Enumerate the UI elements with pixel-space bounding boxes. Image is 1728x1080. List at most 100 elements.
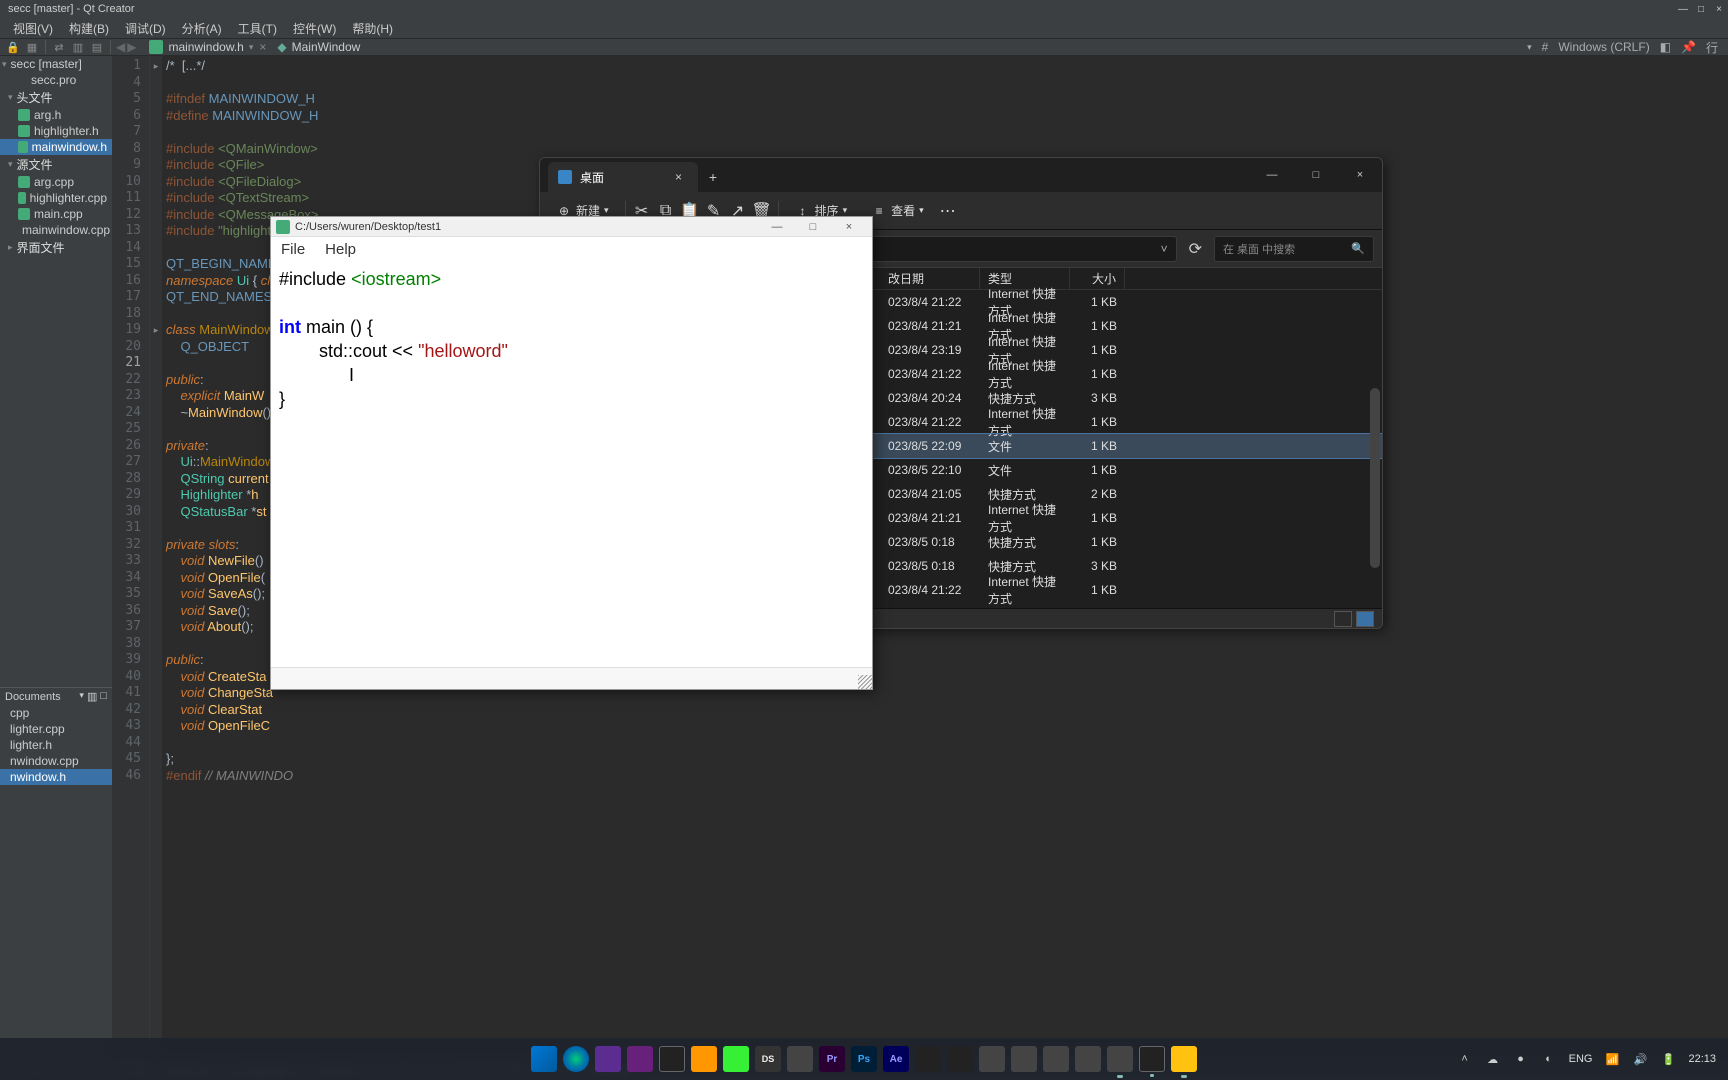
project-tree[interactable]: ▾ secc [master] secc.pro▾头文件arg.hhighlig… — [0, 56, 112, 1061]
maximize-button[interactable]: □ — [1692, 0, 1710, 18]
ime-indicator[interactable]: ENG — [1569, 1053, 1593, 1065]
taskbar-app-gen[interactable] — [1011, 1046, 1037, 1072]
dropdown-icon[interactable]: ▾ — [79, 690, 84, 703]
menu-item[interactable]: 工具(T) — [230, 18, 285, 39]
line-number[interactable] — [112, 784, 149, 801]
taskbar-app-term[interactable] — [659, 1046, 685, 1072]
dropdown-icon[interactable]: ▾ — [1527, 42, 1532, 53]
menu-item[interactable]: 分析(A) — [174, 18, 230, 39]
fold-marker[interactable] — [150, 751, 162, 768]
explorer-tab[interactable]: 桌面 × — [548, 162, 698, 192]
notepad-menu-item[interactable]: File — [277, 239, 309, 260]
tree-item[interactable]: main.cpp — [0, 206, 112, 222]
taskbar-app-ps[interactable]: Ps — [851, 1046, 877, 1072]
breadcrumb-symbol[interactable]: ◆ MainWindow — [277, 40, 360, 54]
col-size[interactable]: 大小 — [1070, 268, 1125, 289]
split-h-icon[interactable]: ▥ — [70, 39, 86, 55]
line-number[interactable]: 18 — [112, 306, 149, 323]
notepad-menu-item[interactable]: Help — [321, 239, 360, 260]
taskbar-app-win[interactable] — [531, 1046, 557, 1072]
fold-marker[interactable] — [150, 256, 162, 273]
tab-close-button[interactable]: × — [669, 170, 688, 184]
fold-marker[interactable] — [150, 669, 162, 686]
fold-marker[interactable] — [150, 421, 162, 438]
close-tab-button[interactable]: × — [259, 40, 266, 54]
taskbar-app-vs[interactable] — [595, 1046, 621, 1072]
fold-marker[interactable] — [150, 405, 162, 422]
scrollbar[interactable] — [1370, 388, 1380, 568]
open-doc-item[interactable]: cpp — [0, 705, 112, 721]
windows-taskbar[interactable]: DSPrPsAe ˄ ☁ ● ◐ ENG 📶 🔊 🔋 22:13 — [0, 1038, 1728, 1080]
new-tab-button[interactable]: + — [698, 162, 728, 192]
fold-marker[interactable]: ▸ — [150, 58, 162, 75]
close-button[interactable]: × — [1710, 0, 1728, 18]
line-number[interactable]: 31 — [112, 520, 149, 537]
fold-marker[interactable] — [150, 586, 162, 603]
close-panel-icon[interactable]: □ — [100, 690, 107, 703]
line-number[interactable]: 29 — [112, 487, 149, 504]
line-number[interactable]: 28 — [112, 471, 149, 488]
code-line[interactable]: #endif // MAINWINDO — [166, 768, 1724, 785]
code-line[interactable]: }; — [166, 751, 1724, 768]
fold-marker[interactable] — [150, 91, 162, 108]
col-date[interactable]: 改日期 — [880, 268, 980, 289]
bookmark-icon[interactable]: ◧ — [1660, 40, 1671, 54]
details-view-toggle[interactable] — [1334, 611, 1352, 627]
line-number[interactable]: 32 — [112, 537, 149, 554]
line-number[interactable]: 21 — [112, 355, 149, 372]
fold-marker[interactable] — [150, 141, 162, 158]
hash-icon[interactable]: # — [1542, 40, 1549, 54]
fold-marker[interactable] — [150, 190, 162, 207]
line-number[interactable]: 40 — [112, 669, 149, 686]
fold-marker[interactable] — [150, 355, 162, 372]
code-line[interactable] — [166, 735, 1724, 752]
line-number[interactable]: 38 — [112, 636, 149, 653]
line-number[interactable]: 16 — [112, 273, 149, 290]
line-number[interactable]: 19 — [112, 322, 149, 339]
split-v-icon[interactable]: ▤ — [89, 39, 105, 55]
fold-marker[interactable] — [150, 388, 162, 405]
line-number[interactable]: 8 — [112, 141, 149, 158]
split-icon[interactable]: ▥ — [87, 690, 97, 703]
fold-marker[interactable] — [150, 685, 162, 702]
line-number[interactable]: 4 — [112, 75, 149, 92]
fold-marker[interactable] — [150, 619, 162, 636]
open-doc-item[interactable]: nwindow.cpp — [0, 753, 112, 769]
fold-marker[interactable]: ▸ — [150, 322, 162, 339]
project-root[interactable]: ▾ secc [master] — [0, 56, 112, 72]
code-line[interactable]: #include <QMainWindow> — [166, 141, 1724, 158]
link-icon[interactable]: ⇄ — [51, 39, 67, 55]
open-doc-item[interactable]: lighter.cpp — [0, 721, 112, 737]
fold-marker[interactable] — [150, 735, 162, 752]
line-ending-label[interactable]: Windows (CRLF) — [1558, 40, 1649, 54]
code-line[interactable]: #ifndef MAINWINDOW_H — [166, 91, 1724, 108]
tree-item[interactable]: arg.cpp — [0, 174, 112, 190]
fold-marker[interactable] — [150, 157, 162, 174]
taskbar-app-ds[interactable]: DS — [755, 1046, 781, 1072]
menu-item[interactable]: 构建(B) — [61, 18, 117, 39]
fold-marker[interactable] — [150, 438, 162, 455]
line-number[interactable]: 41 — [112, 685, 149, 702]
line-number[interactable]: 5 — [112, 91, 149, 108]
code-line[interactable]: #define MAINWINDOW_H — [166, 108, 1724, 125]
taskbar-app-vs2[interactable] — [627, 1046, 653, 1072]
fold-marker[interactable] — [150, 784, 162, 801]
line-number[interactable]: 25 — [112, 421, 149, 438]
notepad-line[interactable]: int main () { — [279, 315, 864, 339]
view-button[interactable]: ≡ 查看 ▾ — [863, 198, 932, 223]
code-line[interactable]: /* [...*/ — [166, 58, 1724, 75]
maximize-button[interactable]: □ — [1294, 158, 1338, 192]
line-number[interactable]: 17 — [112, 289, 149, 306]
grid-icon[interactable]: ▦ — [24, 39, 40, 55]
line-number[interactable]: 20 — [112, 339, 149, 356]
tray-chevron-icon[interactable]: ˄ — [1457, 1051, 1473, 1067]
taskbar-app-pr[interactable]: Pr — [819, 1046, 845, 1072]
line-number[interactable]: 14 — [112, 240, 149, 257]
fold-marker[interactable] — [150, 603, 162, 620]
code-line[interactable]: void OpenFileC — [166, 718, 1724, 735]
minimize-button[interactable]: — — [1250, 158, 1294, 192]
line-number[interactable]: 7 — [112, 124, 149, 141]
open-doc-item[interactable]: nwindow.h — [0, 769, 112, 785]
chevron-down-icon[interactable]: ˅ — [1161, 242, 1168, 256]
tree-item[interactable]: ▸界面文件 — [0, 238, 112, 257]
